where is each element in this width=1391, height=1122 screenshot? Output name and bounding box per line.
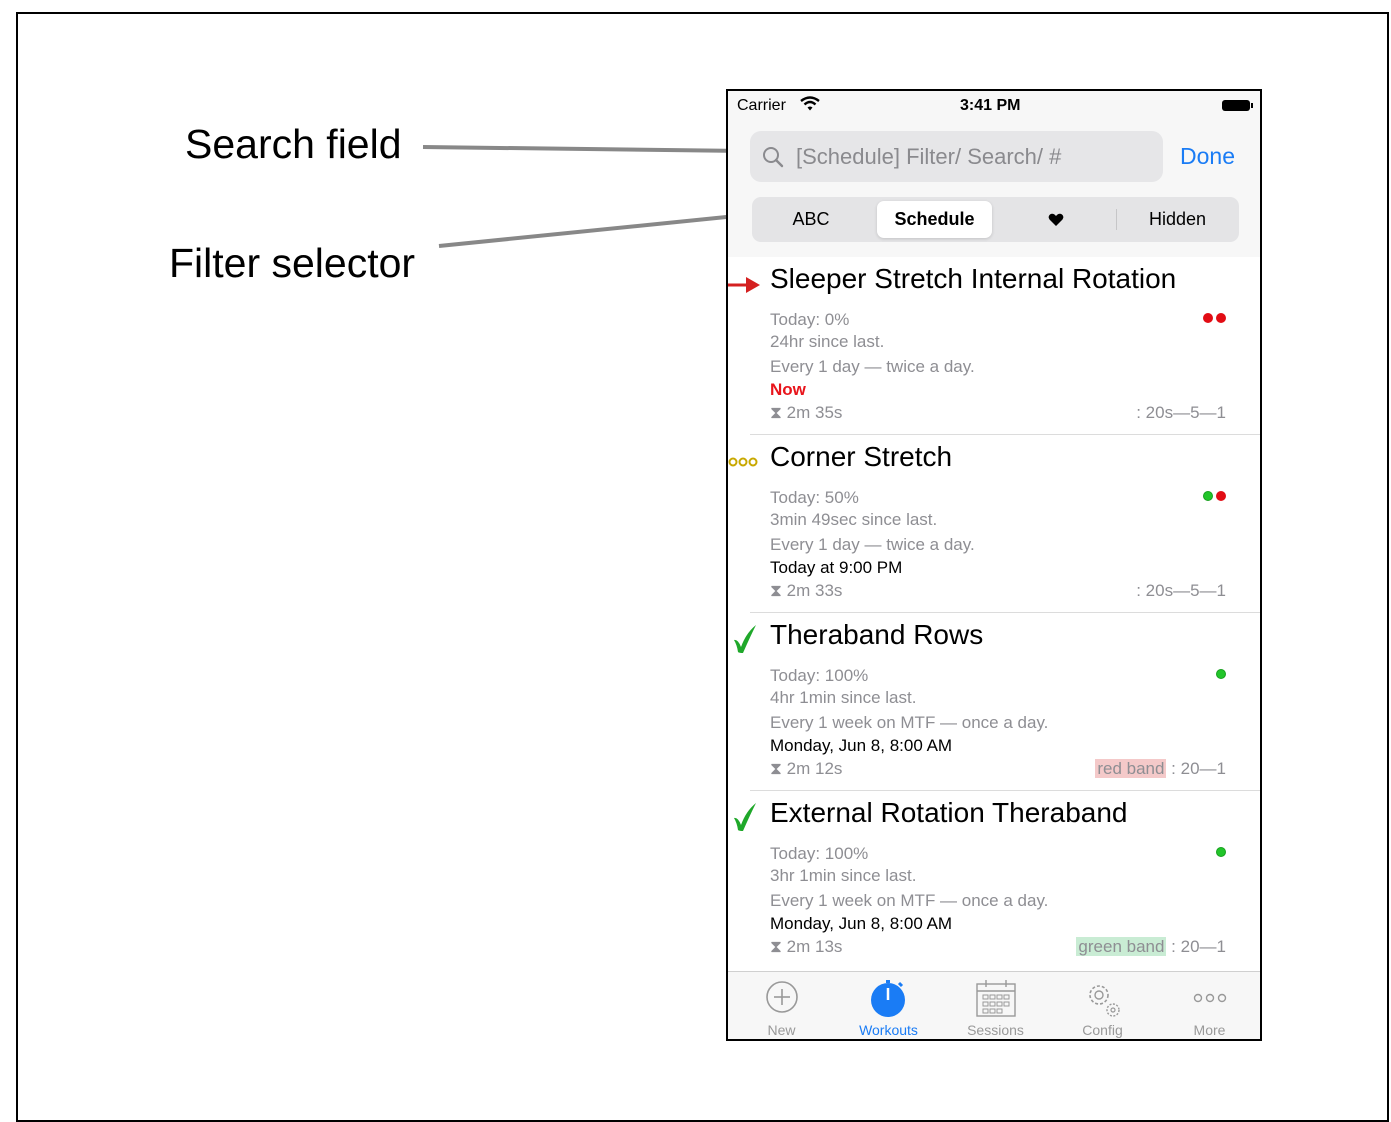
status-dots bbox=[1213, 844, 1226, 862]
search-leader-line bbox=[422, 145, 747, 153]
today-progress: Today: 0% bbox=[770, 310, 850, 329]
segment-divider bbox=[1116, 209, 1117, 230]
tab-new[interactable]: New bbox=[728, 972, 835, 1039]
stopwatch-icon bbox=[869, 980, 909, 1023]
status-dot-red bbox=[1216, 313, 1226, 323]
due-time: Monday, Jun 8, 8:00 AM bbox=[770, 736, 953, 755]
tab-workouts[interactable]: Workouts bbox=[835, 972, 942, 1039]
tab-more[interactable]: More bbox=[1156, 972, 1260, 1039]
calendar-icon bbox=[975, 980, 1016, 1023]
duration: ⧗ 2m 35s bbox=[770, 403, 843, 422]
segment-hidden[interactable]: Hidden bbox=[1120, 201, 1235, 238]
today-progress: Today: 100% bbox=[770, 844, 869, 863]
time-since-last: 3hr 1min since last. bbox=[770, 866, 917, 885]
tab-label: Workouts bbox=[859, 1022, 918, 1038]
status-dot-green bbox=[1216, 847, 1226, 857]
ellipsis-icon bbox=[728, 455, 760, 473]
duration: ⧗ 2m 12s bbox=[770, 759, 843, 778]
tab-label: Sessions bbox=[967, 1022, 1024, 1038]
time-since-last: 4hr 1min since last. bbox=[770, 688, 917, 707]
status-bar: Carrier 3:41 PM bbox=[728, 91, 1260, 121]
status-dot-green bbox=[1216, 669, 1226, 679]
arrow-icon bbox=[728, 273, 762, 302]
status-dot-green bbox=[1203, 491, 1213, 501]
tab-sessions[interactable]: Sessions bbox=[942, 972, 1049, 1039]
segment-favorites[interactable] bbox=[997, 201, 1115, 238]
status-dots bbox=[1213, 666, 1226, 684]
workout-row[interactable]: Corner Stretch Today: 50% 3min 49sec sin… bbox=[728, 435, 1260, 613]
due-time: Monday, Jun 8, 8:00 AM bbox=[770, 914, 953, 933]
duration: ⧗ 2m 13s bbox=[770, 937, 843, 956]
tab-label: More bbox=[1193, 1022, 1226, 1038]
frequency: Every 1 week on MTF — once a day. bbox=[770, 891, 1049, 910]
wifi-icon bbox=[800, 96, 820, 116]
workout-title: External Rotation Theraband bbox=[770, 797, 1128, 828]
frequency: Every 1 day — twice a day. bbox=[770, 535, 975, 554]
filter-leader-line bbox=[438, 213, 747, 248]
segment-schedule[interactable]: Schedule bbox=[877, 201, 992, 238]
filter-selector: ABC Schedule Hidden bbox=[752, 197, 1239, 242]
clock: 3:41 PM bbox=[960, 97, 1021, 114]
due-time: Today at 9:00 PM bbox=[770, 558, 903, 577]
time-since-last: 24hr since last. bbox=[770, 332, 885, 351]
workout-title: Sleeper Stretch Internal Rotation bbox=[770, 263, 1177, 294]
reps: : 20s—5—1 bbox=[1136, 581, 1226, 600]
segment-abc[interactable]: ABC bbox=[756, 201, 866, 238]
today-progress: Today: 100% bbox=[770, 666, 869, 685]
due-time: Now bbox=[770, 380, 806, 399]
reps: red band : 20—1 bbox=[1095, 759, 1226, 778]
top-bar: Carrier 3:41 PM [Schedule] Filter/ Searc… bbox=[728, 91, 1260, 257]
phone-screen: Carrier 3:41 PM [Schedule] Filter/ Searc… bbox=[726, 89, 1262, 1041]
band-tag: green band bbox=[1076, 937, 1167, 956]
tab-label: New bbox=[767, 1022, 796, 1038]
reps: : 20s—5—1 bbox=[1136, 403, 1226, 422]
gears-icon bbox=[1082, 980, 1124, 1023]
search-placeholder: [Schedule] Filter/ Search/ # bbox=[796, 144, 1062, 169]
carrier-label: Carrier bbox=[737, 97, 786, 114]
plus-circle-icon bbox=[765, 980, 799, 1019]
workout-row[interactable]: External Rotation Theraband Today: 100% … bbox=[728, 791, 1260, 969]
status-dots bbox=[1200, 310, 1226, 328]
more-dots-icon bbox=[1193, 990, 1227, 1008]
duration: ⧗ 2m 33s bbox=[770, 581, 843, 600]
frequency: Every 1 week on MTF — once a day. bbox=[770, 713, 1049, 732]
tab-label: Config bbox=[1082, 1022, 1123, 1038]
band-tag: red band bbox=[1095, 759, 1167, 778]
status-dots bbox=[1200, 488, 1226, 506]
tab-config[interactable]: Config bbox=[1049, 972, 1156, 1039]
checkmark-icon bbox=[732, 801, 758, 838]
workout-title: Corner Stretch bbox=[770, 441, 953, 472]
workout-title: Theraband Rows bbox=[770, 619, 984, 650]
frequency: Every 1 day — twice a day. bbox=[770, 357, 975, 376]
workout-row[interactable]: Sleeper Stretch Internal Rotation Today:… bbox=[728, 257, 1260, 435]
reps: green band : 20—1 bbox=[1076, 937, 1226, 956]
status-dot-red bbox=[1203, 313, 1213, 323]
checkmark-icon bbox=[732, 623, 758, 660]
search-input[interactable]: [Schedule] Filter/ Search/ # bbox=[750, 131, 1163, 182]
search-icon bbox=[762, 146, 784, 173]
battery-icon bbox=[1222, 100, 1253, 111]
tab-bar: New Workouts Sessions Config More bbox=[728, 971, 1260, 1039]
status-dot-red bbox=[1216, 491, 1226, 501]
time-since-last: 3min 49sec since last. bbox=[770, 510, 938, 529]
done-button[interactable]: Done bbox=[1180, 143, 1235, 170]
workout-row[interactable]: Theraband Rows Today: 100% 4hr 1min sinc… bbox=[728, 613, 1260, 791]
heart-icon bbox=[1048, 214, 1064, 227]
today-progress: Today: 50% bbox=[770, 488, 859, 507]
